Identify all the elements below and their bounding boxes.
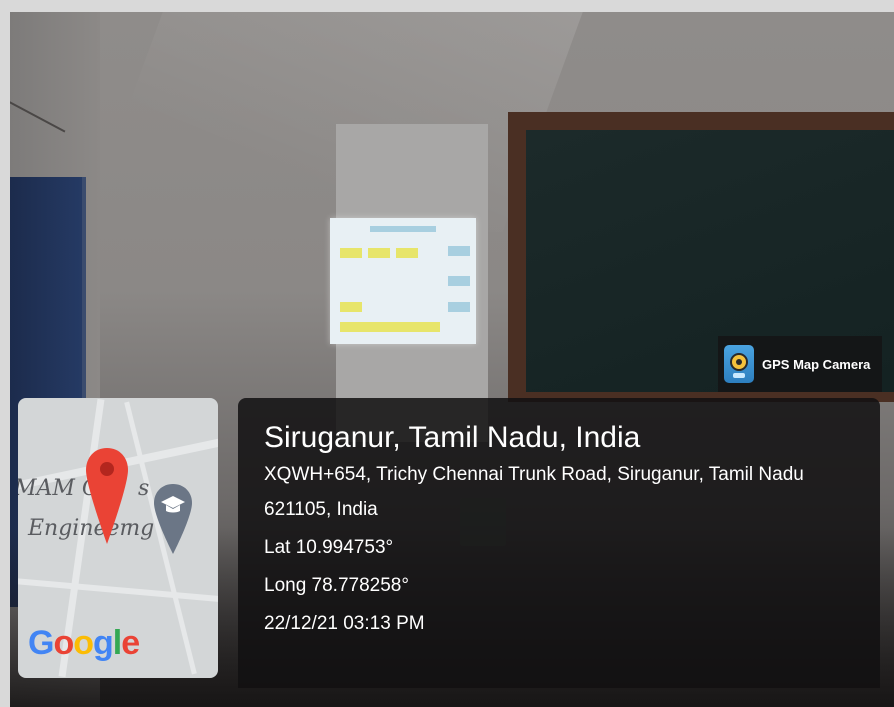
camera-app-icon <box>724 345 754 383</box>
map-place-label-2: s <box>138 476 150 501</box>
latitude: Lat 10.994753° <box>264 537 394 558</box>
address-line-2: 621105, India <box>264 499 378 520</box>
location-title: Siruganur, Tamil Nadu, India <box>264 421 641 454</box>
timetable-sheet <box>330 218 476 344</box>
gps-map-camera-badge: GPS Map Camera <box>718 336 882 392</box>
address-line-1: XQWH+654, Trichy Chennai Trunk Road, Sir… <box>264 464 804 485</box>
graduation-cap-icon <box>154 484 192 554</box>
date-time: 22/12/21 03:13 PM <box>264 613 425 634</box>
map-place-label-4: ng <box>126 516 155 541</box>
location-pin-icon <box>86 448 128 544</box>
app-name-label: GPS Map Camera <box>762 356 871 372</box>
longitude: Long 78.778258° <box>264 575 409 596</box>
location-info-panel: Siruganur, Tamil Nadu, India XQWH+654, T… <box>238 398 880 688</box>
google-logo: Google <box>28 624 140 662</box>
